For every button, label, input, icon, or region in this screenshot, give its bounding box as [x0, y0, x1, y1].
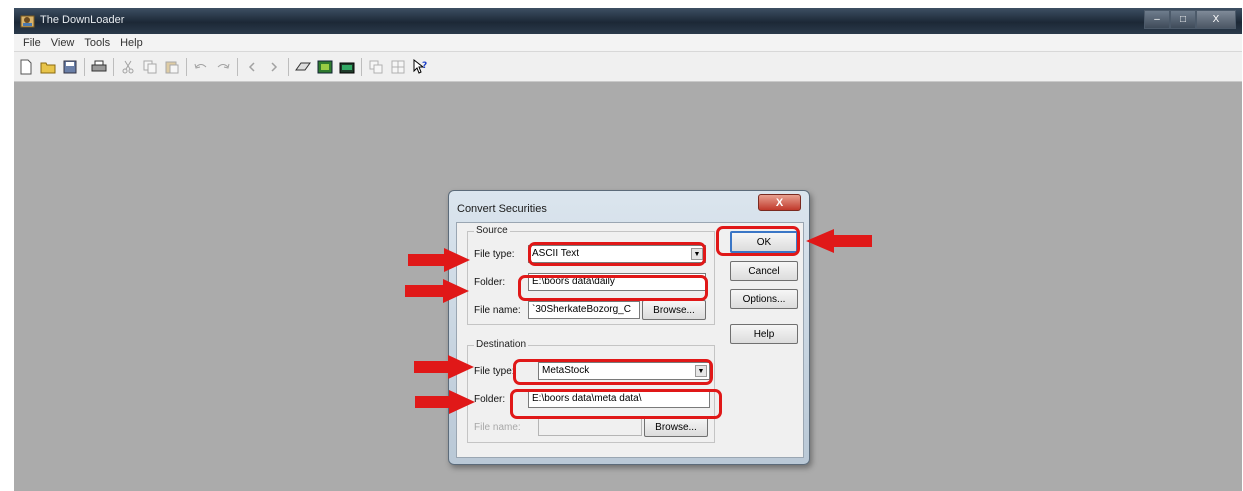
- destination-group: Destination File type: MetaStock ▼ Folde…: [467, 339, 715, 443]
- ok-button[interactable]: OK: [730, 231, 798, 253]
- destination-file-name-field: [538, 418, 642, 436]
- dropdown-arrow-icon[interactable]: ▼: [691, 248, 703, 260]
- dialog-title: Convert Securities: [457, 203, 547, 215]
- window-controls: – □ X: [1144, 10, 1236, 29]
- help-button[interactable]: Help: [730, 324, 798, 344]
- source-file-name-field[interactable]: `30SherkateBozorg_C: [528, 301, 640, 319]
- undo-icon[interactable]: [193, 59, 209, 75]
- toolbar: ?: [14, 52, 1242, 82]
- destination-file-type-label: File type:: [474, 366, 515, 377]
- dialog-body: Source File type: ASCII Text ▼ Folder: E…: [456, 222, 804, 458]
- source-legend: Source: [474, 225, 510, 236]
- print-icon[interactable]: [91, 59, 107, 75]
- dropdown-arrow-icon[interactable]: ▼: [695, 365, 707, 377]
- menu-file[interactable]: File: [18, 37, 46, 49]
- arrow-right-icon: [414, 355, 474, 379]
- open-icon[interactable]: [40, 59, 56, 75]
- source-folder-label: Folder:: [474, 277, 506, 288]
- toolbar-separator: [237, 57, 238, 76]
- grid-icon[interactable]: [390, 59, 406, 75]
- window-icon[interactable]: [368, 59, 384, 75]
- arrow-left-icon: [806, 229, 872, 253]
- source-folder-field[interactable]: E:\boors data\daily: [528, 273, 706, 291]
- context-help-icon[interactable]: ?: [412, 58, 428, 75]
- minimize-button[interactable]: –: [1144, 10, 1170, 29]
- options-button[interactable]: Options...: [730, 289, 798, 309]
- save-icon[interactable]: [62, 59, 78, 75]
- arrow-right-icon: [405, 279, 469, 303]
- cancel-button[interactable]: Cancel: [730, 261, 798, 281]
- arrow-right-icon: [408, 248, 470, 272]
- redo-icon[interactable]: [215, 59, 231, 75]
- title-bar: The DownLoader – □ X: [14, 8, 1242, 34]
- destination-legend: Destination: [474, 339, 529, 350]
- destination-file-type-value: MetaStock: [542, 365, 590, 376]
- prev-icon[interactable]: [244, 59, 260, 75]
- paste-icon[interactable]: [164, 59, 180, 75]
- menu-tools[interactable]: Tools: [79, 37, 115, 49]
- copy-icon[interactable]: [142, 59, 158, 75]
- source-file-type-value: ASCII Text: [532, 248, 580, 259]
- svg-text:?: ?: [422, 61, 427, 71]
- new-icon[interactable]: [18, 59, 34, 75]
- destination-folder-label: Folder:: [474, 394, 506, 405]
- toolbar-separator: [361, 57, 362, 76]
- menu-view[interactable]: View: [46, 37, 80, 49]
- maximize-button[interactable]: □: [1170, 10, 1196, 29]
- destination-folder-field[interactable]: E:\boors data\meta data\: [528, 390, 710, 408]
- source-browse-button[interactable]: Browse...: [642, 300, 706, 320]
- cut-icon[interactable]: [120, 59, 136, 75]
- source-group: Source File type: ASCII Text ▼ Folder: E…: [467, 225, 715, 325]
- source-file-name-label: File name:: [474, 305, 521, 316]
- next-icon[interactable]: [266, 59, 282, 75]
- toolbar-separator: [113, 57, 114, 76]
- dialog-close-button[interactable]: X: [758, 194, 801, 211]
- window-title: The DownLoader: [40, 14, 125, 26]
- arrow-right-icon: [415, 390, 475, 414]
- close-window-button[interactable]: X: [1196, 10, 1236, 29]
- app-icon: [20, 13, 36, 29]
- toolbar-separator: [288, 57, 289, 76]
- folder-icon[interactable]: [339, 59, 355, 75]
- destination-file-name-label: File name:: [474, 422, 521, 433]
- toolbar-separator: [186, 57, 187, 76]
- convert-securities-dialog: Convert Securities X Source File type: A…: [448, 190, 810, 465]
- source-file-type-select[interactable]: ASCII Text ▼: [528, 245, 706, 263]
- download-icon[interactable]: [317, 59, 333, 75]
- convert-icon[interactable]: [295, 59, 311, 75]
- menu-bar: File View Tools Help: [14, 34, 1242, 52]
- menu-help[interactable]: Help: [115, 37, 148, 49]
- source-file-type-label: File type:: [474, 249, 515, 260]
- destination-browse-button[interactable]: Browse...: [644, 417, 708, 437]
- toolbar-separator: [84, 57, 85, 76]
- destination-file-type-select[interactable]: MetaStock ▼: [538, 362, 710, 380]
